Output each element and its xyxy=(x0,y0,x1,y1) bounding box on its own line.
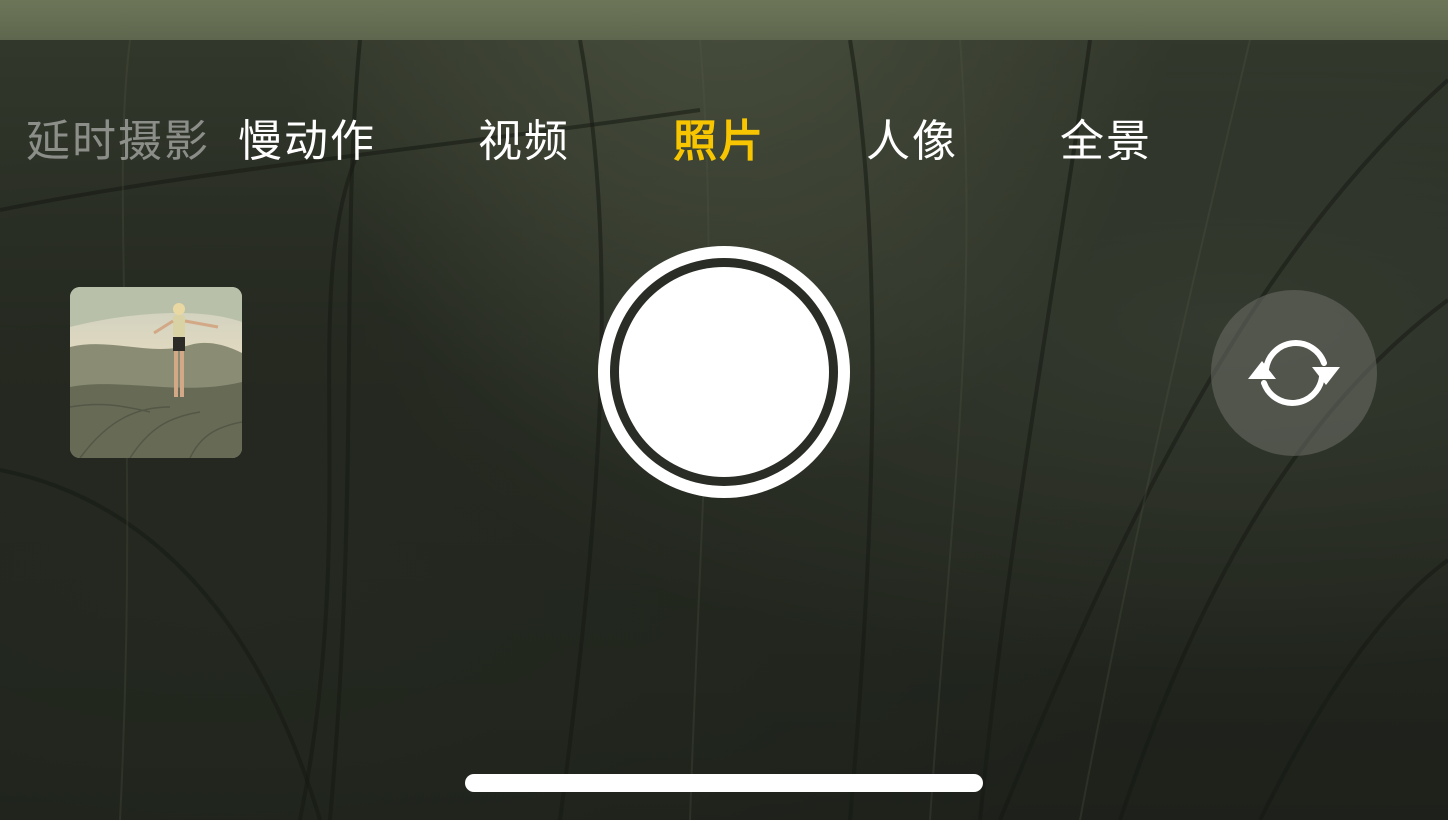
mode-pano[interactable]: 全景 xyxy=(1060,112,1152,172)
camera-viewfinder[interactable]: 延时摄影 慢动作 视频 照片 人像 全景 xyxy=(0,0,1448,820)
camera-flip-button[interactable] xyxy=(1211,290,1377,456)
mode-timelapse[interactable]: 延时摄影 xyxy=(26,112,210,172)
mode-video[interactable]: 视频 xyxy=(478,112,570,172)
camera-mode-selector: 延时摄影 慢动作 视频 照片 人像 全景 xyxy=(0,112,1448,176)
mode-slowmo[interactable]: 慢动作 xyxy=(238,112,376,172)
mode-portrait[interactable]: 人像 xyxy=(866,112,958,172)
last-photo-thumbnail[interactable] xyxy=(70,287,242,458)
home-indicator[interactable] xyxy=(465,774,983,792)
preview-top-strip xyxy=(0,0,1448,40)
mode-photo[interactable]: 照片 xyxy=(673,112,765,172)
thumbnail-image xyxy=(70,287,242,458)
shutter-inner-disc xyxy=(619,267,829,477)
shutter-button[interactable] xyxy=(598,246,850,498)
camera-flip-icon xyxy=(1248,340,1340,406)
